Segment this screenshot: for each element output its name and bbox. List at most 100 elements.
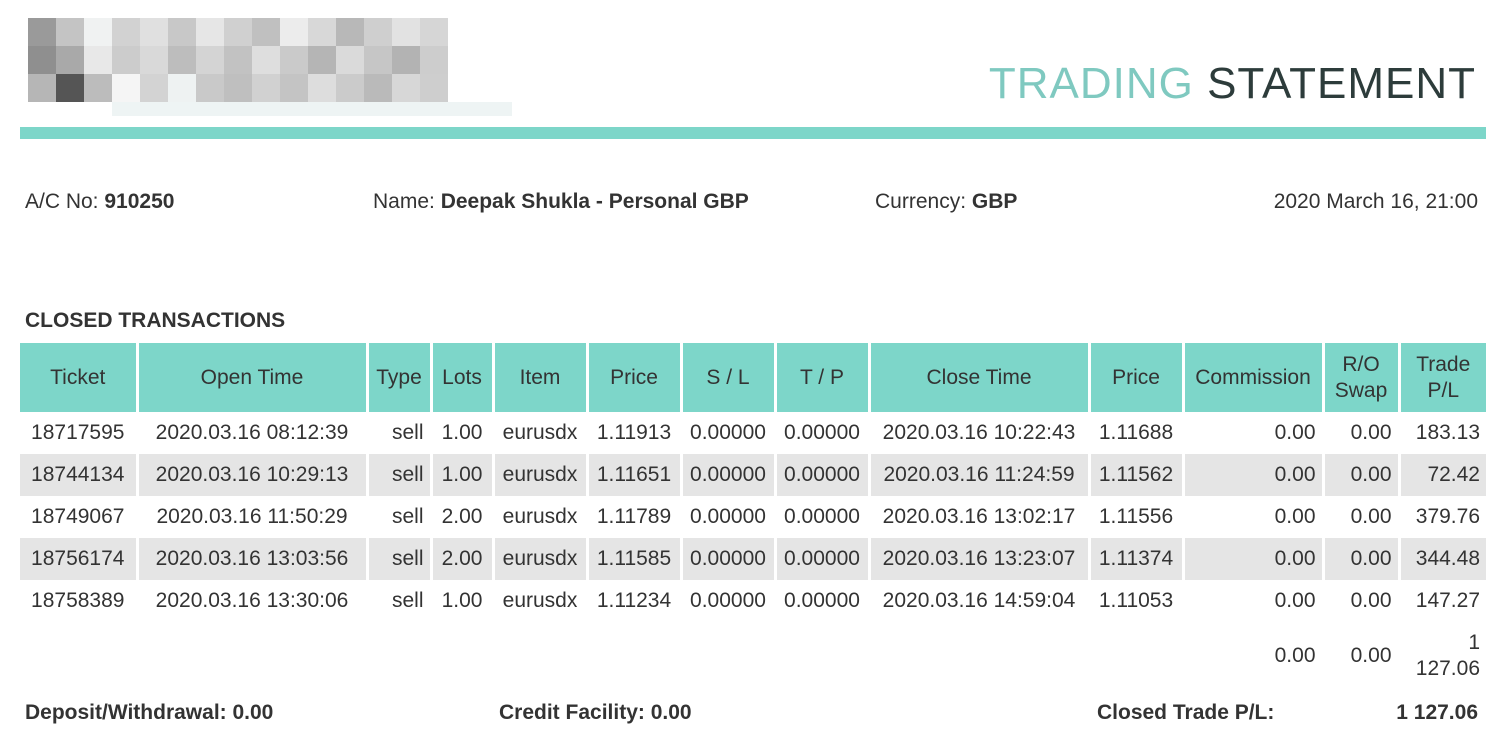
cell-close-time: 2020.03.16 10:22:43 [867, 412, 1089, 454]
cell-type: sell [365, 412, 431, 454]
totals-spacer [20, 622, 1183, 690]
column-header-lots: Lots [429, 343, 493, 412]
cell-commission: 0.00 [1181, 538, 1323, 580]
cell-ticket: 18717595 [31, 421, 125, 444]
cell-lots: 1.00 [429, 412, 493, 454]
cell-commission: 0.00 [1181, 496, 1323, 538]
column-header-swap: R/O Swap [1321, 343, 1399, 412]
column-header-ticket: Ticket [20, 343, 137, 412]
cell-trade-pl: 379.76 [1397, 496, 1486, 538]
cell-item: eurusdx [491, 412, 587, 454]
cell-close-time: 2020.03.16 11:24:59 [867, 454, 1089, 496]
cell-item: eurusdx [491, 454, 587, 496]
title-dark-text: STATEMENT [1207, 59, 1476, 108]
cell-ticket: 18744134 [20, 454, 137, 496]
cell-item: eurusdx [491, 538, 587, 580]
cell-item: eurusdx [491, 580, 587, 622]
cell-take-profit: 0.00000 [773, 496, 869, 538]
column-header-close-price: Price [1087, 343, 1183, 412]
title-light-text: TRADING [988, 59, 1194, 108]
column-header-commission: Commission [1181, 343, 1323, 412]
cell-open-time: 2020.03.16 10:29:13 [135, 454, 367, 496]
total-commission: 0.00 [1181, 622, 1323, 690]
company-logo-blurred [28, 18, 512, 116]
cell-take-profit: 0.00000 [773, 538, 869, 580]
cell-type: sell [365, 538, 431, 580]
cell-ticket: 18758389 [31, 589, 125, 612]
table-row: 18744134 2020.03.16 10:29:13 sell 1.00 eurus… [20, 454, 1486, 496]
cell-open-price: 1.11585 [585, 538, 681, 580]
cell-trade-pl: 72.42 [1397, 454, 1486, 496]
cell-take-profit: 0.00000 [773, 580, 869, 622]
cell-stop-loss: 0.00000 [679, 496, 775, 538]
totals-row: 0.00 0.00 1 127.06 [20, 622, 1486, 690]
cell-ticket: 18756174 [20, 538, 137, 580]
cell-commission: 0.00 [1181, 412, 1323, 454]
currency-value: GBP [971, 190, 1018, 213]
column-header-take-profit: T / P [773, 343, 869, 412]
cell-swap: 0.00 [1321, 496, 1399, 538]
column-header-trade-pl: Trade P/L [1397, 343, 1486, 412]
cell-lots: 1.00 [429, 580, 493, 622]
table-row: 18749067 2020.03.16 11:50:29 sell 2.00 eurus… [20, 496, 1486, 538]
cell-swap: 0.00 [1321, 412, 1399, 454]
table-row: 18717595 2020.03.16 08:12:39 sell 1.00 eurus… [20, 412, 1486, 454]
cell-open-price: 1.11789 [585, 496, 681, 538]
total-trade-pl: 1 127.06 [1397, 622, 1486, 690]
cell-swap: 0.00 [1321, 580, 1399, 622]
cell-ticket: 18749067 [31, 505, 125, 528]
cell-trade-pl: 183.13 [1397, 412, 1486, 454]
table-row: 18758389 2020.03.16 13:30:06 sell 1.00 eurus… [20, 580, 1486, 622]
closed-trade-pl-label: Closed Trade P/L: [1097, 701, 1275, 724]
cell-close-price: 1.11053 [1087, 580, 1183, 622]
cell-close-price: 1.11556 [1087, 496, 1183, 538]
cell-open-price: 1.11651 [585, 454, 681, 496]
cell-close-price: 1.11562 [1087, 454, 1183, 496]
cell-open-time: 2020.03.16 11:50:29 [135, 496, 367, 538]
cell-close-time: 2020.03.16 13:23:07 [867, 538, 1089, 580]
cell-swap: 0.00 [1321, 454, 1399, 496]
cell-close-price: 1.11688 [1087, 412, 1183, 454]
account-name: Name: Deepak Shukla - Personal GBP [373, 190, 749, 214]
account-number: A/C No: 910250 [25, 190, 174, 214]
cell-lots: 2.00 [429, 496, 493, 538]
column-header-type: Type [365, 343, 431, 412]
cell-open-time: 2020.03.16 08:12:39 [135, 412, 367, 454]
cell-take-profit: 0.00000 [773, 454, 869, 496]
cell-commission: 0.00 [1181, 454, 1323, 496]
cell-close-time: 2020.03.16 13:02:17 [867, 496, 1089, 538]
closed-trade-pl-value: 1 127.06 [1396, 701, 1478, 724]
credit-facility: Credit Facility: 0.00 [499, 701, 692, 724]
column-header-open-price: Price [585, 343, 681, 412]
cell-stop-loss: 0.00000 [679, 412, 775, 454]
table-row: 18756174 2020.03.16 13:03:56 sell 2.00 eurus… [20, 538, 1486, 580]
section-heading: CLOSED TRANSACTIONS [25, 309, 286, 332]
closed-transactions-table: Ticket Open Time Type Lots Item Price S / LT /… [20, 343, 1486, 690]
cell-item: eurusdx [491, 496, 587, 538]
currency-label: Currency: [875, 190, 967, 213]
header-accent-bar [20, 127, 1486, 139]
account-number-value: 910250 [104, 190, 175, 213]
cell-stop-loss: 0.00000 [679, 454, 775, 496]
cell-take-profit: 0.00000 [773, 412, 869, 454]
account-name-label: Name: [373, 190, 435, 213]
deposit-withdrawal: Deposit/Withdrawal: 0.00 [25, 701, 274, 724]
cell-swap: 0.00 [1321, 538, 1399, 580]
cell-close-price: 1.11374 [1087, 538, 1183, 580]
column-header-close-time: Close Time [867, 343, 1089, 412]
cell-lots: 2.00 [429, 538, 493, 580]
cell-type: sell [365, 580, 431, 622]
account-number-label: A/C No: [25, 190, 99, 213]
cell-commission: 0.00 [1181, 580, 1323, 622]
account-currency: Currency: GBP [875, 190, 1017, 214]
cell-trade-pl: 344.48 [1397, 538, 1486, 580]
account-name-value: Deepak Shukla - Personal GBP [440, 190, 749, 213]
total-swap: 0.00 [1321, 622, 1399, 690]
cell-lots: 1.00 [429, 454, 493, 496]
cell-open-price: 1.11913 [585, 412, 681, 454]
column-header-open-time: Open Time [135, 343, 367, 412]
statement-date: 2020 March 16, 21:00 [1273, 190, 1478, 213]
cell-open-time: 2020.03.16 13:30:06 [135, 580, 367, 622]
cell-type: sell [365, 496, 431, 538]
document-title: TRADING STATEMENT [989, 58, 1476, 110]
